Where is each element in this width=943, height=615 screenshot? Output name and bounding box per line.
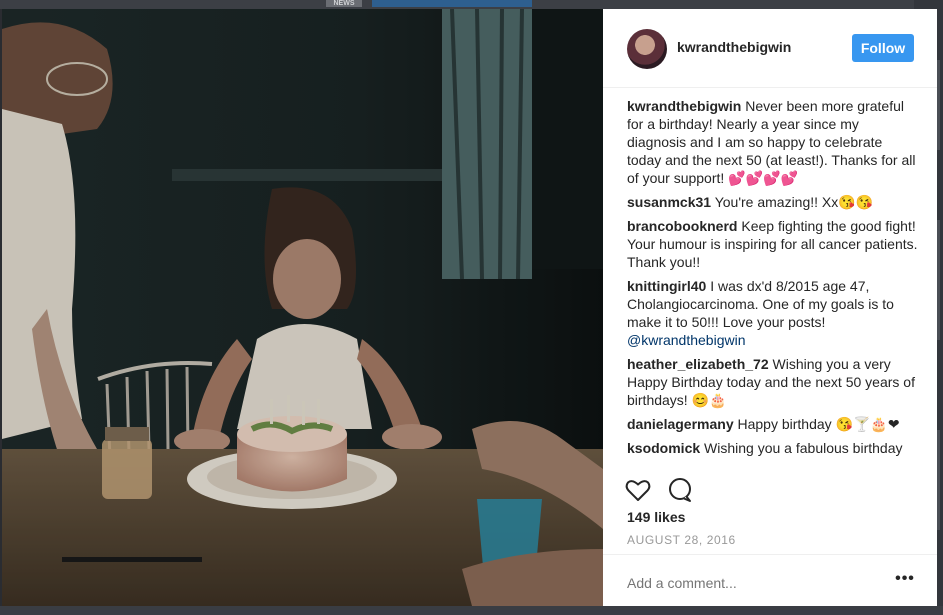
comment-item: heather_elizabeth_72 Wishing you a very … bbox=[627, 355, 919, 409]
post-author-username[interactable]: kwrandthebigwin bbox=[677, 39, 791, 55]
comment-list: kwrandthebigwin Never been more grateful… bbox=[627, 97, 919, 463]
comment-author[interactable]: heather_elizabeth_72 bbox=[627, 356, 769, 372]
background-news-tag: NEWS bbox=[326, 0, 362, 7]
speech-bubble-icon[interactable] bbox=[667, 477, 693, 503]
background-page-bottom bbox=[0, 606, 943, 615]
post-header: kwrandthebigwin Follow bbox=[603, 9, 937, 88]
post-sidebar: kwrandthebigwin Follow kwrandthebigwin N… bbox=[603, 9, 937, 606]
comment-item: susanmck31 You're amazing!! Xx😘😘 bbox=[627, 193, 919, 211]
comment-item: danielagermany Happy birthday 😘🍸🎂❤ bbox=[627, 415, 919, 433]
comment-item: knittingirl40 I was dx'd 8/2015 age 47, … bbox=[627, 277, 919, 349]
post-image[interactable] bbox=[2, 9, 603, 606]
heart-icon[interactable] bbox=[625, 477, 651, 503]
add-comment-section: ••• bbox=[603, 554, 937, 607]
comment-item: ksodomick Wishing you a fabulous birthda… bbox=[627, 439, 919, 457]
avatar[interactable] bbox=[627, 29, 667, 69]
comment-text: Happy birthday 😘🍸🎂❤ bbox=[737, 416, 900, 432]
like-count[interactable]: 149 likes bbox=[627, 509, 685, 525]
comment-item: kwrandthebigwin Never been more grateful… bbox=[627, 97, 919, 187]
post-date[interactable]: AUGUST 28, 2016 bbox=[627, 533, 736, 547]
comment-text: You're amazing!! Xx😘😘 bbox=[714, 194, 874, 210]
comment-item: brancobooknerd Keep fighting the good fi… bbox=[627, 217, 919, 271]
comment-author[interactable]: ksodomick bbox=[627, 440, 700, 456]
comment-author[interactable]: kwrandthebigwin bbox=[627, 98, 741, 114]
comment-text: Wishing you a fabulous birthday bbox=[704, 440, 903, 456]
comment-author[interactable]: danielagermany bbox=[627, 416, 734, 432]
more-options-button[interactable]: ••• bbox=[895, 571, 915, 593]
follow-button[interactable]: Follow bbox=[852, 34, 914, 62]
add-comment-input[interactable] bbox=[627, 575, 887, 591]
background-banner bbox=[372, 0, 532, 7]
comment-author[interactable]: knittingirl40 bbox=[627, 278, 706, 294]
comment-author[interactable]: susanmck31 bbox=[627, 194, 711, 210]
comment-mention-link[interactable]: @kwrandthebigwin bbox=[627, 332, 746, 348]
comment-author[interactable]: brancobooknerd bbox=[627, 218, 737, 234]
